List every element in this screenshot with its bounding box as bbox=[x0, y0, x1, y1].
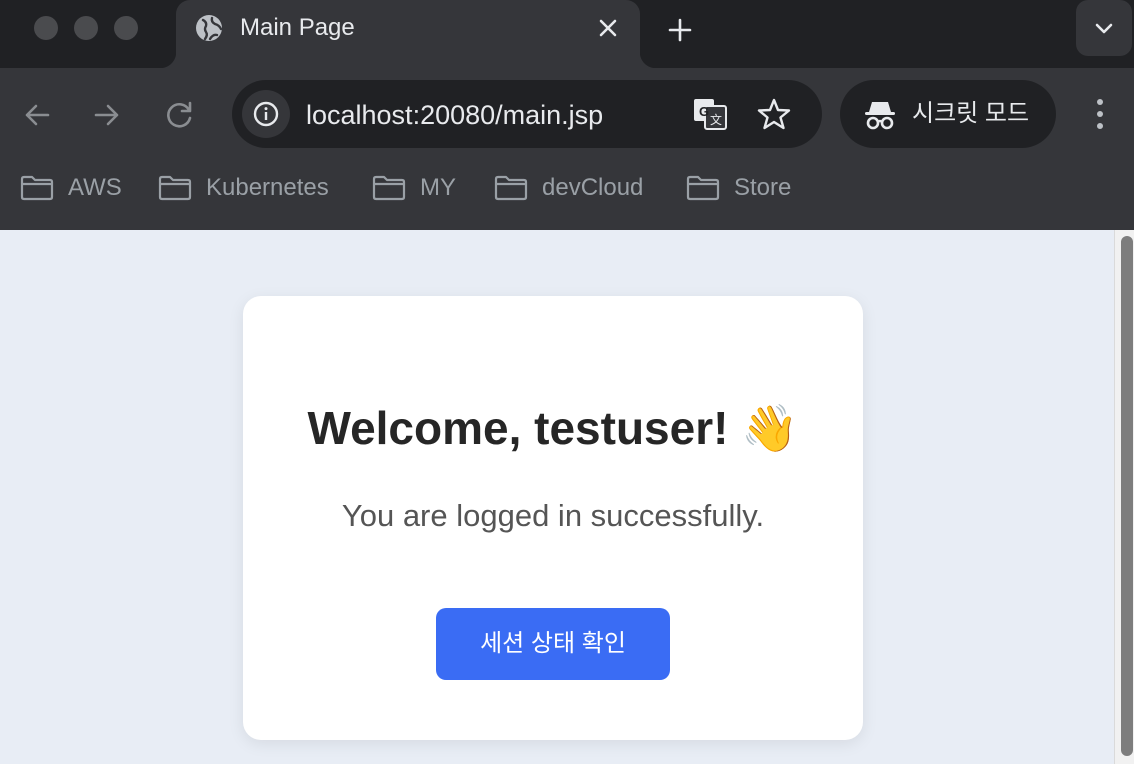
toolbar: localhost:20080/main.jsp G 文 시크릿 모드 bbox=[0, 68, 1134, 162]
browser-window: Main Page localhost:20080/main.jsp G 文 시… bbox=[0, 0, 1134, 764]
bookmark-label: MY bbox=[420, 174, 456, 201]
welcome-card: Welcome, testuser! 👋 You are logged in s… bbox=[243, 296, 863, 740]
svg-text:文: 文 bbox=[710, 112, 722, 127]
reload-icon[interactable] bbox=[163, 98, 197, 132]
close-icon[interactable] bbox=[594, 14, 622, 42]
bookmark-folder-aws[interactable]: AWS bbox=[20, 174, 122, 202]
globe-icon bbox=[196, 15, 223, 41]
tab-search-button[interactable] bbox=[1076, 0, 1132, 56]
folder-icon bbox=[494, 175, 528, 201]
folder-icon bbox=[686, 175, 720, 201]
bookmark-folder-store[interactable]: Store bbox=[686, 174, 791, 202]
window-close-button[interactable] bbox=[34, 16, 58, 40]
new-tab-plus-icon[interactable] bbox=[664, 14, 696, 46]
welcome-heading: Welcome, testuser! 👋 bbox=[307, 402, 799, 454]
incognito-label: 시크릿 모드 bbox=[912, 100, 1030, 127]
bookmark-star-icon[interactable] bbox=[756, 96, 792, 132]
login-status-text: You are logged in successfully. bbox=[341, 498, 765, 533]
page-scrollbar[interactable] bbox=[1114, 230, 1134, 764]
bookmark-folder-kubernetes[interactable]: Kubernetes bbox=[158, 174, 329, 202]
incognito-icon bbox=[865, 102, 895, 130]
tab-strip: Main Page bbox=[0, 0, 1134, 68]
tab-title: Main Page bbox=[240, 14, 355, 41]
url-text[interactable]: localhost:20080/main.jsp bbox=[306, 99, 603, 131]
bookmark-folder-my[interactable]: MY bbox=[372, 174, 456, 202]
check-session-button[interactable]: 세션 상태 확인 bbox=[436, 608, 670, 680]
page-viewport: Welcome, testuser! 👋 You are logged in s… bbox=[0, 230, 1114, 764]
bookmarks-bar: AWS Kubernetes MY devCloud Store bbox=[0, 162, 1134, 230]
window-zoom-button[interactable] bbox=[114, 16, 138, 40]
bookmark-label: AWS bbox=[68, 174, 122, 201]
bookmark-folder-devcloud[interactable]: devCloud bbox=[494, 174, 643, 202]
folder-icon bbox=[158, 175, 192, 201]
bookmark-label: Kubernetes bbox=[206, 174, 329, 201]
address-bar[interactable]: localhost:20080/main.jsp G 文 bbox=[232, 80, 822, 148]
info-icon bbox=[253, 101, 279, 127]
scrollbar-thumb[interactable] bbox=[1121, 236, 1133, 756]
chevron-down-icon bbox=[1095, 23, 1113, 34]
incognito-indicator[interactable]: 시크릿 모드 bbox=[840, 80, 1056, 148]
folder-icon bbox=[20, 175, 54, 201]
translate-icon[interactable]: G 文 bbox=[692, 96, 728, 132]
bookmark-label: devCloud bbox=[542, 174, 644, 201]
svg-text:G: G bbox=[699, 104, 709, 119]
bookmark-label: Store bbox=[734, 174, 792, 201]
folder-icon bbox=[372, 175, 406, 201]
window-minimize-button[interactable] bbox=[74, 16, 98, 40]
back-arrow-icon[interactable] bbox=[20, 98, 54, 132]
tab-main-page[interactable]: Main Page bbox=[160, 0, 656, 68]
forward-arrow-icon[interactable] bbox=[90, 98, 124, 132]
more-vert-icon[interactable] bbox=[1084, 96, 1116, 132]
site-info-button[interactable] bbox=[242, 90, 290, 138]
